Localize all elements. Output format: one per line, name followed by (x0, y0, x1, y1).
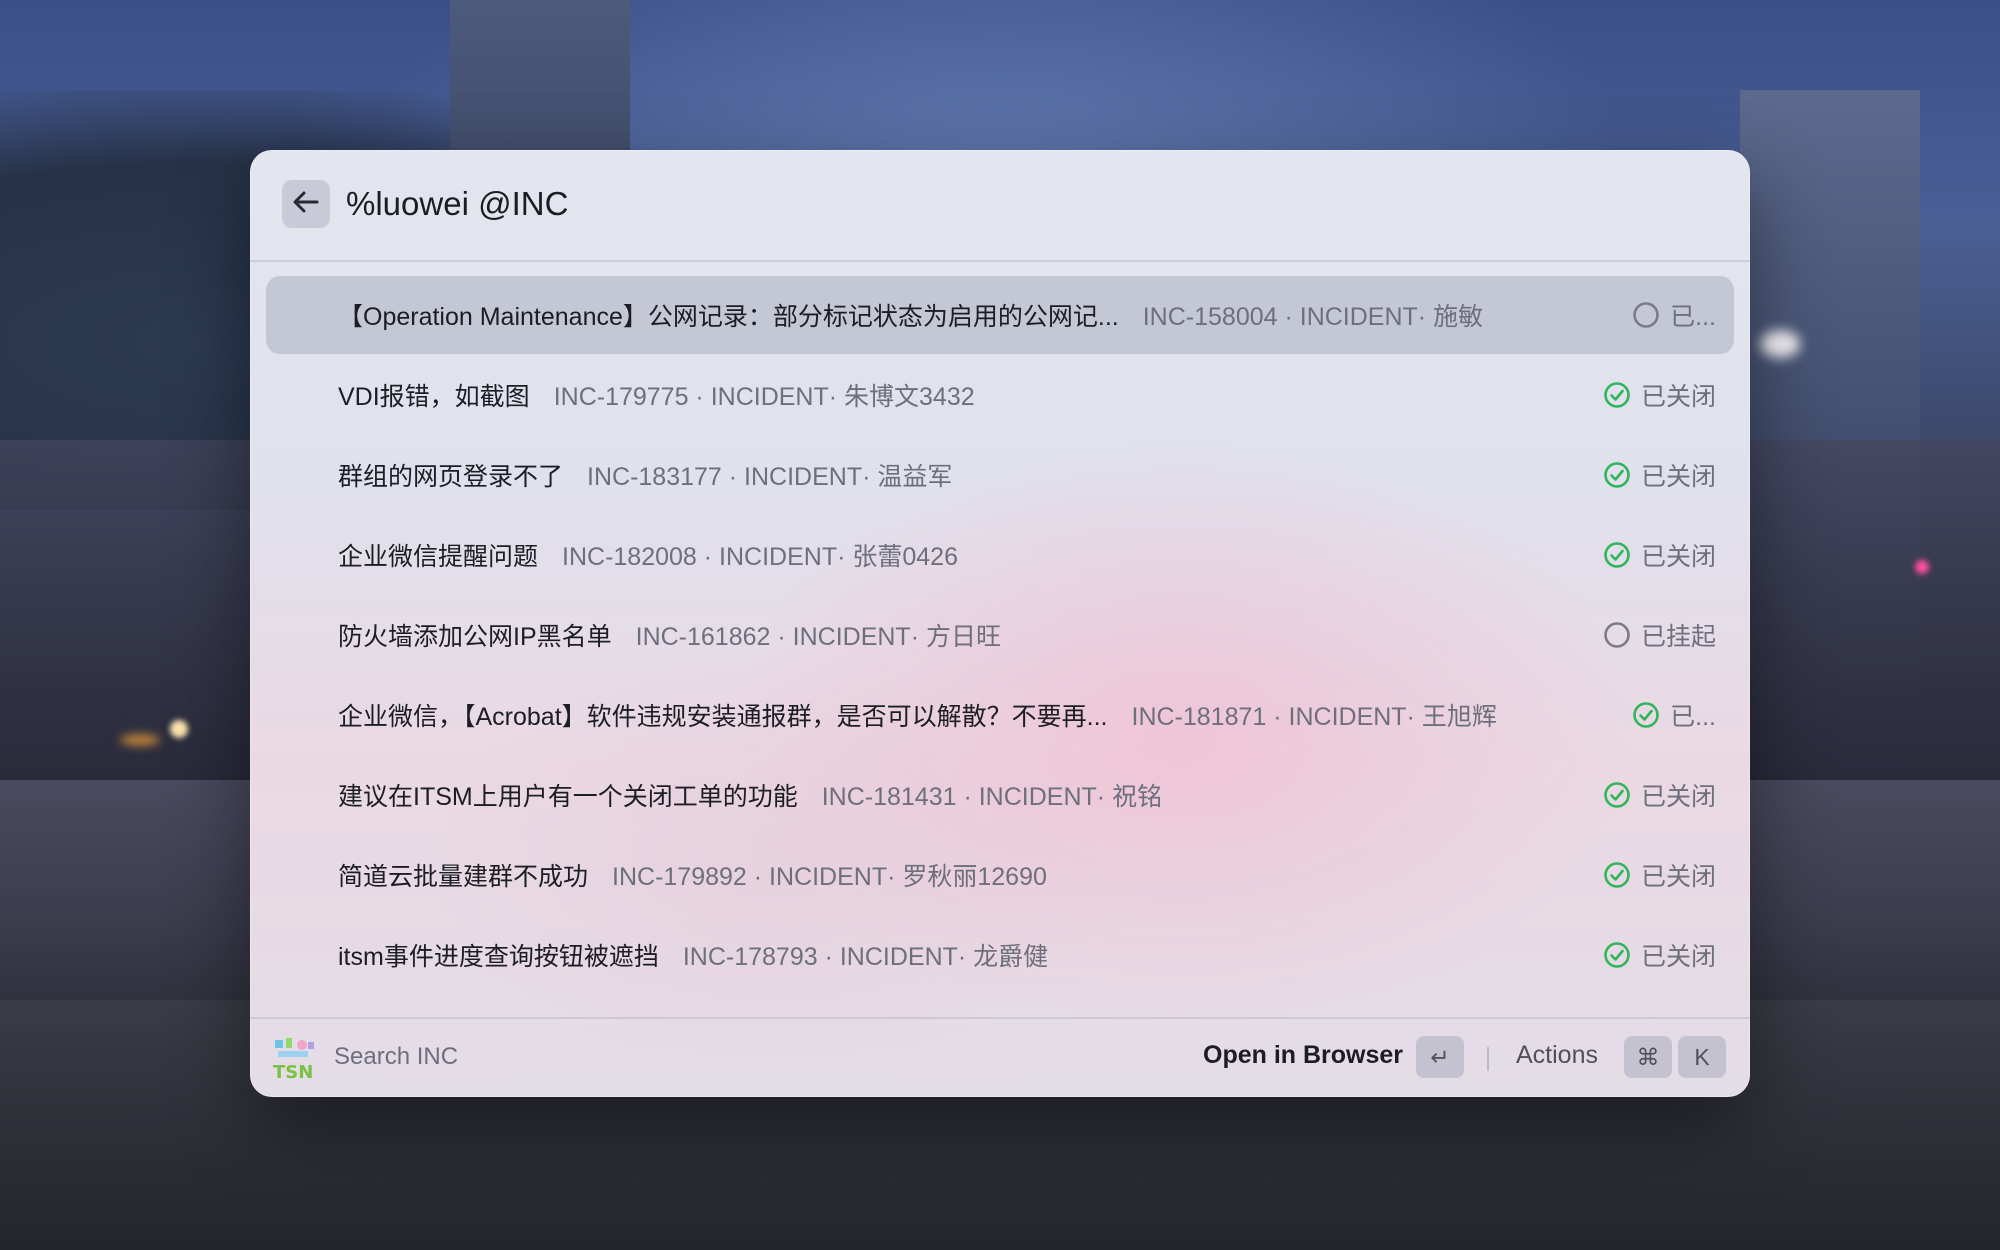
result-row[interactable]: 企业微信，【Acrobat】软件违规安装通报群，是否可以解散？不要再... INC… (266, 676, 1734, 754)
logo-text: TSN (273, 1062, 313, 1081)
result-subtitle: INC-182008 · INCIDENT· 张蕾0426 (562, 543, 958, 571)
status-text: 已关闭 (1640, 943, 1716, 971)
status-text: 已挂起 (1640, 623, 1716, 651)
result-row[interactable]: itsm事件进度查询按钮被遮挡 INC-178793 · INCIDENT· 龙爵… (266, 916, 1734, 994)
result-row[interactable]: 防火墙添加公网IP黑名单 INC-161862 · INCIDENT· 方日旺 已挂… (266, 596, 1734, 674)
footer-divider (1487, 1047, 1489, 1071)
result-title: 防火墙添加公网IP黑名单 (338, 623, 612, 651)
status-badge: 已关闭 (1603, 777, 1716, 813)
result-title: 群组的网页登录不了 (338, 463, 564, 491)
result-title: VDI报错，如截图 (338, 383, 530, 411)
result-subtitle: INC-158004 · INCIDENT· 施敏 (1142, 303, 1484, 331)
enter-key-hint: ↵ (1416, 1036, 1464, 1078)
status-text: 已关闭 (1640, 543, 1716, 571)
open-in-browser-button[interactable]: Open in Browser (1203, 1041, 1403, 1070)
status-badge: 已关闭 (1603, 457, 1716, 493)
search-input[interactable] (346, 174, 1646, 234)
back-button[interactable] (282, 180, 330, 228)
result-row[interactable]: 企业微信提醒问题 INC-182008 · INCIDENT· 张蕾0426 已关闭 (266, 516, 1734, 594)
tsn-logo: TSN (272, 1037, 316, 1083)
empty-circle-icon (1632, 301, 1670, 329)
status-text: 已关闭 (1640, 783, 1716, 811)
result-row[interactable]: 【Operation Maintenance】公网记录：部分标记状态为启用的公网… (266, 276, 1734, 354)
action-bar: TSN Search INC Open in Browser ↵ Actions… (250, 1017, 1750, 1097)
status-text: 已关闭 (1640, 383, 1716, 411)
status-badge: 已关闭 (1603, 377, 1716, 413)
result-title: 建议在ITSM上用户有一个关闭工单的功能 (338, 783, 798, 811)
search-header (250, 150, 1750, 262)
results-list: 【Operation Maintenance】公网记录：部分标记状态为启用的公网… (266, 276, 1734, 996)
check-circle-icon (1603, 781, 1641, 809)
status-badge: 已... (1632, 697, 1716, 733)
status-badge: 已关闭 (1603, 857, 1716, 893)
status-text: 已... (1670, 303, 1716, 331)
check-circle-icon (1603, 861, 1641, 889)
result-title: 简道云批量建群不成功 (338, 863, 589, 891)
result-subtitle: INC-181871 · INCIDENT· 王旭辉 (1131, 703, 1497, 731)
result-row[interactable]: 简道云批量建群不成功 INC-179892 · INCIDENT· 罗秋丽1269… (266, 836, 1734, 914)
launcher-window: 【Operation Maintenance】公网记录：部分标记状态为启用的公网… (250, 150, 1750, 1097)
check-circle-icon (1603, 461, 1641, 489)
result-subtitle: INC-161862 · INCIDENT· 方日旺 (635, 623, 1001, 651)
arrow-left-icon (293, 191, 319, 218)
status-badge: 已挂起 (1603, 617, 1716, 653)
status-text: 已关闭 (1640, 463, 1716, 491)
result-title: itsm事件进度查询按钮被遮挡 (338, 943, 659, 971)
check-circle-icon (1632, 701, 1670, 729)
result-title: 企业微信提醒问题 (338, 543, 539, 571)
result-title: 【Operation Maintenance】公网记录：部分标记状态为启用的公网… (338, 303, 1119, 331)
result-subtitle: INC-178793 · INCIDENT· 龙爵健 (682, 943, 1049, 971)
result-subtitle: INC-179892 · INCIDENT· 罗秋丽12690 (612, 863, 1047, 891)
result-title: 企业微信，【Acrobat】软件违规安装通报群，是否可以解散？不要再... (338, 703, 1108, 731)
status-text: 已关闭 (1640, 863, 1716, 891)
command-key-hint: ⌘ (1624, 1036, 1672, 1078)
check-circle-icon (1603, 541, 1641, 569)
status-badge: 已关闭 (1603, 537, 1716, 573)
result-row[interactable]: VDI报错，如截图 INC-179775 · INCIDENT· 朱博文3432 已… (266, 356, 1734, 434)
check-circle-icon (1603, 381, 1641, 409)
result-row[interactable]: 群组的网页登录不了 INC-183177 · INCIDENT· 温益军 已关闭 (266, 436, 1734, 514)
status-badge: 已... (1632, 297, 1716, 333)
result-subtitle: INC-179775 · INCIDENT· 朱博文3432 (553, 383, 975, 411)
result-subtitle: INC-181431 · INCIDENT· 祝铭 (821, 783, 1163, 811)
empty-circle-icon (1603, 621, 1641, 649)
status-badge: 已关闭 (1603, 937, 1716, 973)
extension-label: Search INC (334, 1043, 459, 1070)
result-row[interactable]: 建议在ITSM上用户有一个关闭工单的功能 INC-181431 · INCIDEN… (266, 756, 1734, 834)
k-key-hint: K (1678, 1036, 1726, 1078)
result-subtitle: INC-183177 · INCIDENT· 温益军 (587, 463, 953, 491)
status-text: 已... (1670, 703, 1716, 731)
actions-button[interactable]: Actions (1516, 1041, 1598, 1070)
check-circle-icon (1603, 941, 1641, 969)
